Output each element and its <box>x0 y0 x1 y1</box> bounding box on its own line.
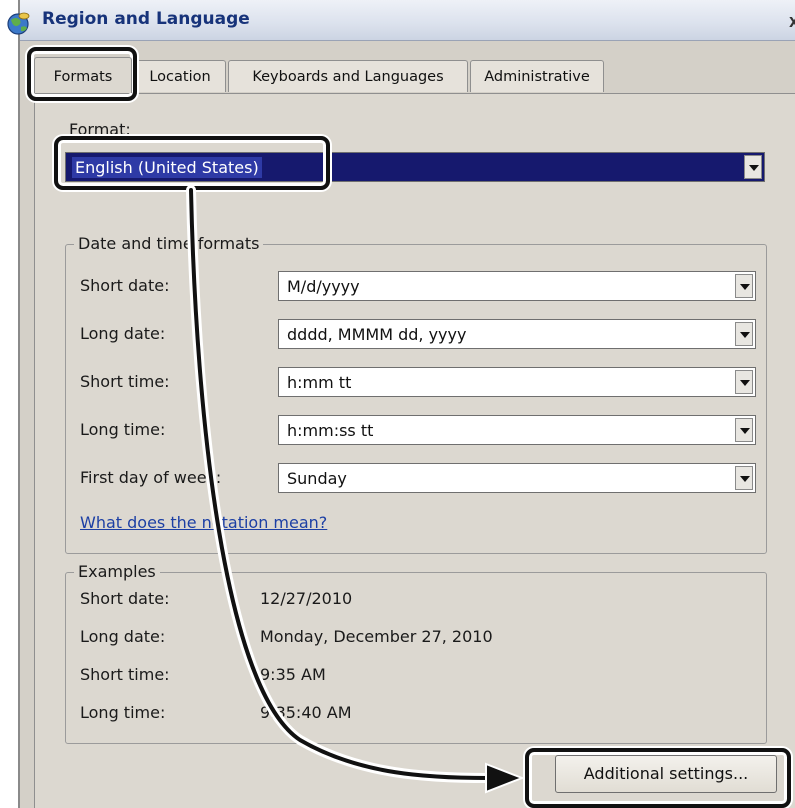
chevron-down-icon[interactable] <box>735 322 753 346</box>
example-short-date-value: 12/27/2010 <box>260 589 353 608</box>
first-day-label: First day of week: <box>80 468 222 487</box>
example-short-date-label: Short date: <box>80 589 170 608</box>
chevron-down-icon[interactable] <box>735 418 753 442</box>
callout-format-value <box>54 136 330 190</box>
example-short-time-label: Short time: <box>80 665 170 684</box>
date-time-formats-group: Date and time formats Short date: M/d/yy… <box>65 234 767 554</box>
first-day-value: Sunday <box>287 469 347 488</box>
chevron-down-icon[interactable] <box>735 466 753 490</box>
close-button[interactable]: X <box>789 16 795 32</box>
long-date-label: Long date: <box>80 324 166 343</box>
date-time-legend: Date and time formats <box>74 234 264 253</box>
title-bar: Region and Language X <box>7 0 795 41</box>
long-date-dropdown[interactable]: dddd, MMMM dd, yyyy <box>278 319 756 349</box>
short-time-label: Short time: <box>80 372 170 391</box>
tab-administrative[interactable]: Administrative <box>470 60 604 92</box>
long-time-dropdown[interactable]: h:mm:ss tt <box>278 415 756 445</box>
example-long-date-label: Long date: <box>80 627 166 646</box>
globe-icon <box>6 10 34 36</box>
long-time-value: h:mm:ss tt <box>287 421 374 440</box>
formats-panel: Format: English (United States) Date and… <box>34 93 795 808</box>
first-day-dropdown[interactable]: Sunday <box>278 463 756 493</box>
tab-location[interactable]: Location <box>134 60 226 92</box>
window-title: Region and Language <box>42 9 250 29</box>
examples-legend: Examples <box>74 562 160 581</box>
tab-strip: Formats Location Keyboards and Languages… <box>34 57 795 94</box>
examples-group: Examples Short date: 12/27/2010 Long dat… <box>65 562 767 744</box>
chevron-down-icon[interactable] <box>744 155 762 179</box>
short-date-label: Short date: <box>80 276 170 295</box>
short-time-dropdown[interactable]: h:mm tt <box>278 367 756 397</box>
chevron-down-icon[interactable] <box>735 274 753 298</box>
long-date-value: dddd, MMMM dd, yyyy <box>287 325 467 344</box>
short-time-value: h:mm tt <box>287 373 352 392</box>
example-long-time-value: 9:35:40 AM <box>260 703 352 722</box>
example-short-time-value: 9:35 AM <box>260 665 326 684</box>
long-time-label: Long time: <box>80 420 166 439</box>
tab-formats[interactable]: Formats <box>34 57 132 93</box>
notation-help-link[interactable]: What does the notation mean? <box>80 513 327 532</box>
short-date-dropdown[interactable]: M/d/yyyy <box>278 271 756 301</box>
region-language-window: Region and Language X Formats Location K… <box>7 0 795 808</box>
example-long-date-value: Monday, December 27, 2010 <box>260 627 493 646</box>
example-long-time-label: Long time: <box>80 703 166 722</box>
callout-additional-settings <box>525 748 791 808</box>
chevron-down-icon[interactable] <box>735 370 753 394</box>
short-date-value: M/d/yyyy <box>287 277 360 296</box>
tab-keyboards-languages[interactable]: Keyboards and Languages <box>228 60 468 92</box>
